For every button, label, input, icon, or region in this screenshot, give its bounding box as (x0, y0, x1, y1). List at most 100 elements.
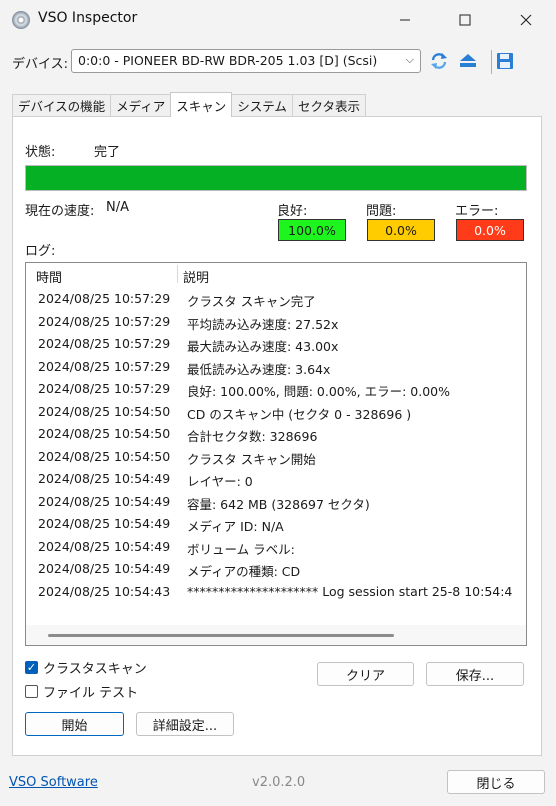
column-divider[interactable] (177, 265, 178, 283)
toolbar-divider (491, 50, 492, 74)
save-icon (497, 53, 513, 69)
log-row[interactable]: 2024/08/25 10:57:29 最大読み込み速度: 43.00x (26, 334, 526, 357)
cluster-scan-option[interactable]: ✓ クラスタスキャン (25, 658, 147, 677)
tab-system[interactable]: システム (231, 94, 293, 116)
log-time: 2024/08/25 10:57:29 (38, 381, 171, 396)
scan-progress-bar (25, 165, 527, 191)
log-time: 2024/08/25 10:54:49 (38, 471, 171, 486)
refresh-button[interactable] (429, 51, 449, 71)
disc-app-icon (12, 11, 30, 29)
log-time: 2024/08/25 10:57:29 (38, 336, 171, 351)
file-test-option[interactable]: ファイル テスト (25, 682, 138, 701)
log-row[interactable]: 2024/08/25 10:54:49 メディア ID: N/A (26, 514, 526, 537)
device-label: デバイス: (12, 57, 68, 72)
status-value: 完了 (94, 145, 121, 160)
version-label: v2.0.2.0 (252, 775, 306, 790)
vso-software-link[interactable]: VSO Software (9, 775, 98, 790)
log-row[interactable]: 2024/08/25 10:54:49 メディアの種類: CD (26, 559, 526, 582)
close-button[interactable]: 閉じる (447, 770, 545, 794)
log-row[interactable]: 2024/08/25 10:57:29 平均読み込み速度: 27.52x (26, 312, 526, 335)
log-description: 平均読み込み速度: 27.52x (187, 316, 339, 332)
error-label: エラー: (455, 204, 499, 219)
error-percent-box: 0.0% (456, 219, 524, 241)
good-label: 良好: (277, 204, 308, 219)
log-time: 2024/08/25 10:54:49 (38, 561, 171, 576)
close-window-button[interactable] (496, 0, 556, 40)
save-device-button[interactable] (495, 51, 515, 71)
log-time: 2024/08/25 10:54:50 (38, 448, 171, 464)
log-description: 合計セクタ数: 328696 (187, 429, 318, 444)
speed-value: N/A (106, 200, 129, 215)
log-time: 2024/08/25 10:54:49 (38, 493, 171, 509)
log-row[interactable]: 2024/08/25 10:57:29 最低読み込み速度: 3.64x (26, 357, 526, 380)
log-time: 2024/08/25 10:57:29 (38, 291, 171, 306)
minimize-button[interactable] (375, 0, 435, 40)
log-description: 良好: 100.00%, 問題: 0.00%, エラー: 0.00% (187, 384, 450, 399)
log-rows: 2024/08/25 10:57:29 クラスタ スキャン完了 2024/08/25… (26, 289, 526, 604)
log-row[interactable]: 2024/08/25 10:54:49 レイヤー: 0 (26, 469, 526, 492)
log-description: メディアの種類: CD (187, 564, 301, 579)
log-description: 最低読み込み速度: 3.64x (187, 361, 331, 377)
advanced-settings-button[interactable]: 詳細設定... (136, 712, 234, 736)
good-percent-box: 100.0% (278, 219, 346, 241)
tab-media[interactable]: メディア (110, 94, 172, 116)
log-description: ボリューム ラベル: (187, 541, 295, 557)
log-row[interactable]: 2024/08/25 10:54:49 容量: 642 MB (328697 セク… (26, 492, 526, 515)
horizontal-scrollbar[interactable] (26, 625, 526, 645)
log-description: クラスタ スキャン開始 (187, 451, 316, 467)
device-select[interactable]: 0:0:0 - PIONEER BD-RW BDR-205 1.03 [D] (… (71, 49, 421, 73)
tab-device-features[interactable]: デバイスの機能 (12, 94, 112, 116)
log-row[interactable]: 2024/08/25 10:54:50 クラスタ スキャン開始 (26, 447, 526, 470)
log-row[interactable]: 2024/08/25 10:54:43 *********************… (26, 582, 526, 605)
log-description: メディア ID: N/A (187, 519, 284, 534)
status-label: 状態: (25, 145, 56, 160)
tab-scan[interactable]: スキャン (170, 92, 233, 117)
log-row[interactable]: 2024/08/25 10:57:29 クラスタ スキャン完了 (26, 289, 526, 312)
log-time: 2024/08/25 10:54:50 (38, 403, 171, 419)
file-test-checkbox[interactable] (25, 685, 38, 698)
eject-icon (460, 54, 476, 67)
problem-label: 問題: (366, 204, 397, 219)
cluster-scan-label: クラスタスキャン (43, 662, 147, 677)
log-time: 2024/08/25 10:54:43 (38, 583, 171, 599)
speed-label: 現在の速度: (25, 204, 95, 219)
scrollbar-thumb[interactable] (48, 634, 394, 637)
log-row[interactable]: 2024/08/25 10:54:50 合計セクタ数: 328696 (26, 424, 526, 447)
scan-progress-fill (26, 166, 526, 190)
log-description: CD のスキャン中 (セクタ 0 - 328696 ) (187, 406, 412, 422)
close-icon (520, 14, 532, 26)
log-label: ログ: (25, 244, 56, 259)
eject-button[interactable] (458, 51, 478, 71)
log-time: 2024/08/25 10:57:29 (38, 358, 171, 374)
file-test-label: ファイル テスト (43, 686, 139, 701)
tab-sector-view[interactable]: セクタ表示 (291, 94, 366, 116)
log-time: 2024/08/25 10:54:49 (38, 538, 171, 554)
problem-percent-box: 0.0% (367, 219, 435, 241)
log-description: クラスタ スキャン完了 (187, 294, 316, 309)
maximize-icon (459, 14, 471, 26)
log-row[interactable]: 2024/08/25 10:57:29 良好: 100.00%, 問題: 0.00… (26, 379, 526, 402)
column-header-time[interactable]: 時間 (36, 267, 62, 286)
minimize-icon (400, 19, 410, 21)
cluster-scan-checkbox[interactable]: ✓ (25, 661, 38, 674)
save-log-button[interactable]: 保存... (426, 662, 524, 686)
log-time: 2024/08/25 10:57:29 (38, 313, 171, 329)
column-header-description[interactable]: 説明 (183, 267, 209, 286)
log-description: 容量: 642 MB (328697 セクタ) (187, 496, 370, 512)
log-time: 2024/08/25 10:54:49 (38, 516, 171, 531)
log-list[interactable]: 時間 説明 2024/08/25 10:57:29 クラスタ スキャン完了 2024… (25, 262, 527, 646)
clear-button[interactable]: クリア (317, 662, 414, 686)
log-row[interactable]: 2024/08/25 10:54:49 ボリューム ラベル: (26, 537, 526, 560)
log-header: 時間 説明 (26, 263, 526, 286)
start-button[interactable]: 開始 (25, 712, 124, 736)
maximize-button[interactable] (435, 0, 495, 40)
refresh-icon (431, 53, 447, 69)
log-time: 2024/08/25 10:54:50 (38, 426, 171, 441)
chevron-down-icon: ⌵ (405, 53, 414, 66)
device-select-value: 0:0:0 - PIONEER BD-RW BDR-205 1.03 [D] (… (78, 53, 378, 68)
tab-bar: デバイスの機能 メディア スキャン システム セクタ表示 (12, 92, 366, 117)
log-description: 最大読み込み速度: 43.00x (187, 339, 339, 354)
log-description: レイヤー: 0 (187, 474, 253, 489)
log-row[interactable]: 2024/08/25 10:54:50 CD のスキャン中 (セクタ 0 - 32… (26, 402, 526, 425)
log-description: ********************* Log session start … (187, 583, 513, 599)
